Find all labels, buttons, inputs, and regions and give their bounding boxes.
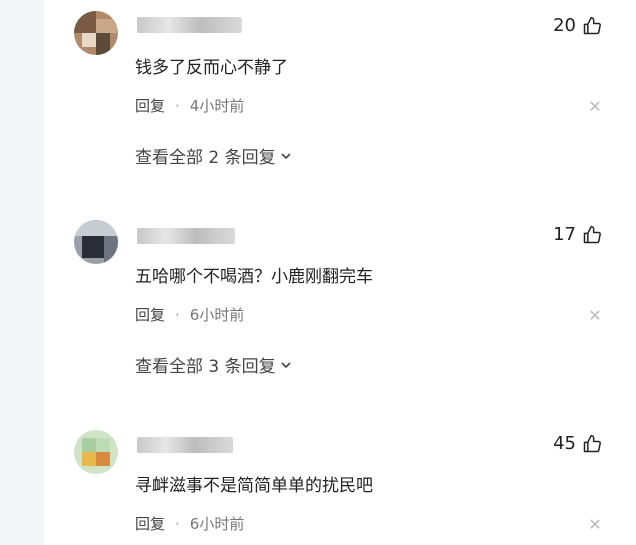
comment-text: 钱多了反而心不静了 bbox=[135, 58, 288, 78]
like-button[interactable]: 20 bbox=[553, 15, 602, 36]
close-icon[interactable]: ✕ bbox=[588, 515, 602, 534]
separator-dot: · bbox=[175, 305, 180, 324]
comment-item: 20 钱多了反而心不静了 回复 · 4小时前 ✕ 查看全部 2 条回复 bbox=[44, 0, 636, 190]
close-icon[interactable]: ✕ bbox=[588, 306, 602, 325]
username-blurred[interactable] bbox=[137, 228, 235, 244]
separator-dot: · bbox=[175, 514, 180, 533]
username-blurred[interactable] bbox=[137, 17, 242, 33]
username-blurred[interactable] bbox=[137, 437, 233, 453]
comment-meta: 回复 · 6小时前 bbox=[135, 304, 244, 325]
avatar[interactable] bbox=[74, 11, 118, 55]
view-all-replies-button[interactable]: 查看全部 2 条回复 bbox=[135, 143, 293, 168]
view-all-replies-label: 查看全部 2 条回复 bbox=[135, 148, 276, 168]
like-button[interactable]: 45 bbox=[553, 433, 602, 454]
thumb-up-icon bbox=[583, 434, 601, 452]
avatar[interactable] bbox=[74, 430, 118, 474]
reply-button[interactable]: 回复 bbox=[135, 513, 165, 534]
timestamp: 6小时前 bbox=[189, 306, 245, 324]
close-icon[interactable]: ✕ bbox=[588, 97, 602, 116]
view-all-replies-button[interactable]: 查看全部 3 条回复 bbox=[135, 352, 293, 377]
comment-page: 20 钱多了反而心不静了 回复 · 4小时前 ✕ 查看全部 2 条回复 17 五… bbox=[0, 0, 636, 545]
like-count: 17 bbox=[553, 224, 576, 245]
comment-text: 寻衅滋事不是简简单单的扰民吧 bbox=[135, 476, 373, 496]
comment-meta: 回复 · 6小时前 bbox=[135, 513, 244, 534]
like-button[interactable]: 17 bbox=[553, 224, 602, 245]
comment-text: 五哈哪个不喝酒？小鹿刚翻完车 bbox=[135, 267, 373, 287]
reply-button[interactable]: 回复 bbox=[135, 95, 165, 116]
chevron-down-icon bbox=[281, 361, 291, 368]
avatar[interactable] bbox=[74, 220, 118, 264]
left-panel bbox=[0, 0, 44, 545]
like-count: 20 bbox=[553, 15, 576, 36]
timestamp: 6小时前 bbox=[189, 515, 245, 533]
chevron-down-icon bbox=[281, 152, 291, 159]
thumb-up-icon bbox=[583, 16, 601, 34]
comment-meta: 回复 · 4小时前 bbox=[135, 95, 244, 116]
view-all-replies-label: 查看全部 3 条回复 bbox=[135, 357, 276, 377]
like-count: 45 bbox=[553, 433, 576, 454]
separator-dot: · bbox=[175, 96, 180, 115]
timestamp: 4小时前 bbox=[189, 97, 245, 115]
reply-button[interactable]: 回复 bbox=[135, 304, 165, 325]
thumb-up-icon bbox=[583, 225, 601, 243]
